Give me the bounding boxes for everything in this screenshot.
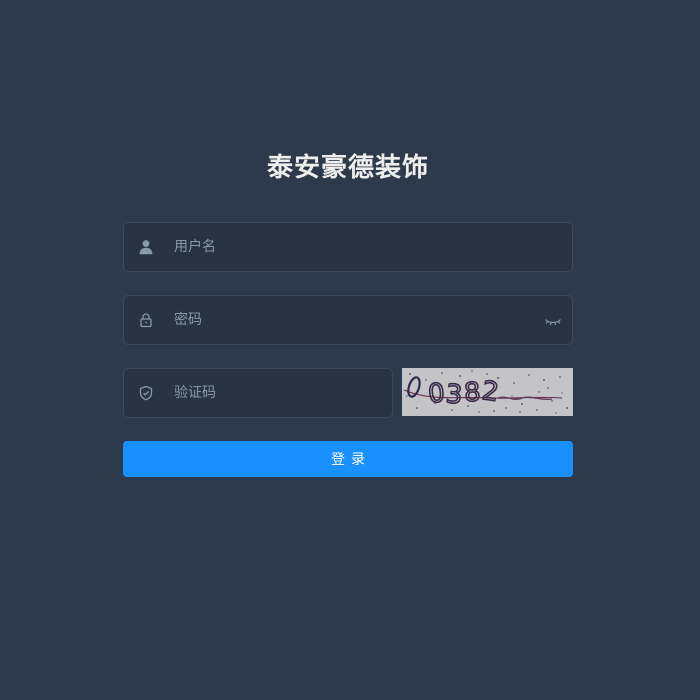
svg-text:3: 3 [445, 379, 464, 410]
captcha-input[interactable] [172, 369, 374, 417]
login-button[interactable]: 登录 [123, 441, 573, 477]
login-form: 泰安豪德装饰 用户名 验证码 0 3 8 2 登录 [123, 150, 573, 477]
svg-text:0: 0 [427, 378, 447, 410]
shield-icon [138, 385, 154, 401]
password-input[interactable] [172, 296, 514, 344]
eye-closed-icon[interactable] [544, 313, 562, 329]
page-title: 泰安豪德装饰 [266, 153, 429, 183]
captcha-image[interactable]: 0 3 8 2 [402, 368, 573, 416]
username-field-container [123, 222, 573, 272]
svg-text:8: 8 [463, 377, 482, 408]
captcha-field-container [123, 368, 393, 418]
username-input[interactable] [172, 223, 514, 271]
user-icon [138, 239, 154, 255]
lock-icon [138, 312, 154, 328]
password-field-container [123, 295, 573, 345]
